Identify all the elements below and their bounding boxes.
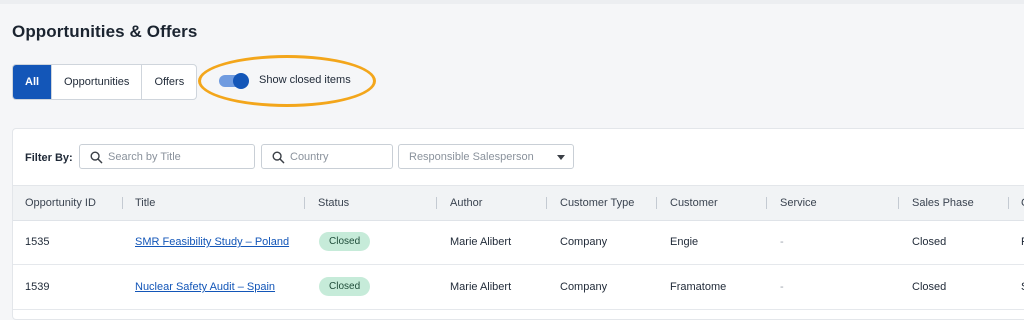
column-separator <box>898 197 899 209</box>
column-separator <box>436 197 437 209</box>
chevron-down-icon <box>557 155 565 160</box>
column-separator <box>656 197 657 209</box>
table-header: Opportunity ID Title Status Author Custo… <box>13 185 1024 221</box>
salesperson-select-placeholder: Responsible Salesperson <box>409 151 534 163</box>
country-search-field <box>261 144 393 169</box>
column-separator <box>766 197 767 209</box>
column-header-status[interactable]: Status <box>318 197 349 209</box>
column-header-customer-type[interactable]: Customer Type <box>560 197 634 209</box>
show-closed-toggle[interactable] <box>219 73 249 89</box>
column-header-opportunity-id[interactable]: Opportunity ID <box>25 197 96 209</box>
country-search-input[interactable] <box>290 145 386 168</box>
column-header-author[interactable]: Author <box>450 197 482 209</box>
segment-all-button[interactable]: All <box>13 65 51 99</box>
cell-title-link[interactable]: SMR Feasibility Study – Poland <box>135 236 289 248</box>
column-header-sales-phase[interactable]: Sales Phase <box>912 197 974 209</box>
view-filter-segmented-control: All Opportunities Offers <box>12 64 198 100</box>
cell-author: Marie Alibert <box>450 281 512 293</box>
toggle-knob <box>233 73 249 89</box>
cell-customer-type: Company <box>560 281 608 293</box>
status-badge: Closed <box>319 277 371 296</box>
column-separator <box>546 197 547 209</box>
cell-customer: Framatome <box>670 281 727 293</box>
column-separator <box>1008 197 1009 209</box>
cell-author: Marie Alibert <box>450 236 512 248</box>
segment-offers-button[interactable]: Offers <box>141 65 196 99</box>
column-header-service[interactable]: Service <box>780 197 817 209</box>
cell-opportunity-id: 1535 <box>25 236 50 248</box>
table-row[interactable]: 1535 SMR Feasibility Study – Poland Clos… <box>13 220 1024 265</box>
show-closed-label[interactable]: Show closed items <box>259 74 351 86</box>
cell-title-link[interactable]: Nuclear Safety Audit – Spain <box>135 281 275 293</box>
column-header-customer[interactable]: Customer <box>670 197 718 209</box>
cell-service: - <box>780 236 784 248</box>
status-badge: Closed <box>319 232 371 251</box>
cell-sales-phase: Closed <box>912 236 947 248</box>
search-icon <box>90 151 103 164</box>
segment-opportunities-button[interactable]: Opportunities <box>51 65 141 99</box>
cell-sales-phase: Closed <box>912 281 947 293</box>
column-header-title[interactable]: Title <box>135 197 155 209</box>
title-search-field <box>79 144 255 169</box>
opportunities-panel: Filter By: Responsible Salesperson Oppor… <box>12 128 1024 320</box>
top-divider <box>0 0 1024 4</box>
salesperson-select[interactable]: Responsible Salesperson <box>398 144 574 169</box>
cell-customer: Engie <box>670 236 699 248</box>
cell-customer-type: Company <box>560 236 608 248</box>
cell-opportunity-id: 1539 <box>25 281 50 293</box>
search-icon <box>272 151 285 164</box>
table-row[interactable]: 1539 Nuclear Safety Audit – Spain Closed… <box>13 265 1024 310</box>
title-search-input[interactable] <box>108 145 248 168</box>
cell-service: - <box>780 281 784 293</box>
column-separator <box>122 197 123 209</box>
page-title: Opportunities & Offers <box>12 22 198 41</box>
column-separator <box>304 197 305 209</box>
filter-by-label: Filter By: <box>25 152 73 164</box>
